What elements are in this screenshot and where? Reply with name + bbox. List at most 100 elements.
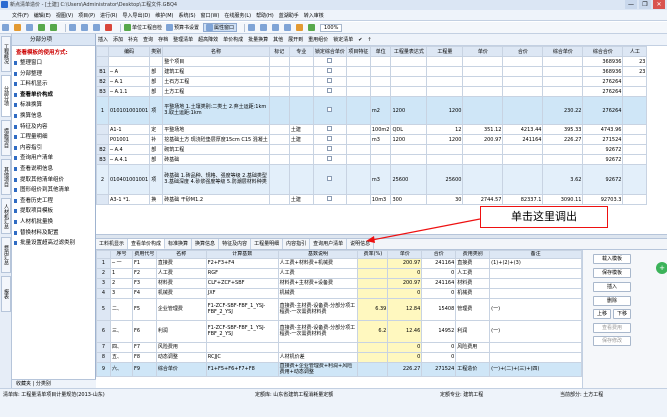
cell-note[interactable]: (一): [489, 298, 582, 321]
sidebar-item[interactable]: 提取项目模板: [12, 206, 95, 217]
left-tab-0[interactable]: 工程概况: [1, 36, 11, 72]
cell-base[interactable]: JXF: [205, 288, 279, 299]
cut-button[interactable]: [69, 24, 77, 31]
cell-price[interactable]: [462, 86, 504, 97]
cell-labor[interactable]: [622, 154, 648, 165]
cell-desc[interactable]: [277, 342, 359, 353]
lock-checkbox[interactable]: [327, 146, 333, 151]
copy-button[interactable]: [81, 24, 89, 31]
bottom-tab-4[interactable]: 特征及内容: [219, 239, 252, 249]
cell-total[interactable]: 15408: [421, 298, 457, 321]
cell-name[interactable]: 直接费: [155, 258, 207, 269]
cell-utotal[interactable]: 4743.96: [582, 124, 624, 135]
cell-utotal[interactable]: 92672: [582, 164, 624, 195]
cell-rn[interactable]: [96, 56, 109, 67]
cell-type[interactable]: 换: [149, 194, 164, 205]
cell-expr[interactable]: 300: [390, 194, 428, 205]
cell-rate[interactable]: [357, 362, 389, 377]
bottom-tab-3[interactable]: 换算信息: [192, 239, 220, 249]
lock-checkbox[interactable]: [327, 126, 333, 131]
cell-rn[interactable]: B1: [96, 66, 109, 77]
cell-utotal[interactable]: 368936: [582, 56, 624, 67]
cell-labor[interactable]: [622, 164, 648, 195]
table-row[interactable]: B2 ─ A.4 部砌筑工程 92672: [96, 144, 648, 155]
cell-price[interactable]: [462, 56, 504, 67]
cell-utotal[interactable]: 276264: [582, 76, 624, 87]
column-header[interactable]: 单位: [369, 46, 392, 57]
cell-code[interactable]: P01001: [107, 134, 151, 145]
cell-unit[interactable]: [369, 66, 392, 77]
cell-cat[interactable]: [455, 352, 491, 363]
cell-note[interactable]: [489, 352, 582, 363]
cell-desc[interactable]: 直接费-主材费-设备费-分部分项工程费-一次需费材料费: [277, 320, 359, 343]
sidebar-item[interactable]: 工程量明细: [12, 132, 95, 143]
cell-qty[interactable]: [426, 56, 464, 67]
cell-rate[interactable]: 6.2: [357, 320, 389, 343]
column-header[interactable]: 单价: [387, 250, 423, 259]
subtool-item-8[interactable]: 批量换算: [248, 36, 268, 43]
cell-uprice[interactable]: [542, 56, 584, 67]
cell-seq[interactable]: 五、: [109, 352, 133, 363]
cell-cat[interactable]: 直接费: [455, 258, 491, 269]
column-header[interactable]: 基数说明: [277, 250, 359, 259]
cell-code[interactable]: F5: [131, 298, 157, 321]
column-header[interactable]: 类别: [149, 46, 164, 57]
lock-checkbox[interactable]: [327, 176, 333, 181]
cell-name[interactable]: 机械费: [155, 288, 207, 299]
cell-base[interactable]: F1-ZCF-SBF-FBF_1_YSJ-FBF_2_YSJ: [205, 298, 279, 321]
cell-rn[interactable]: 2: [96, 164, 109, 195]
cell-spec[interactable]: [288, 66, 314, 77]
cell-code[interactable]: A3-1 *1.: [107, 194, 151, 205]
cell-mark[interactable]: [268, 56, 290, 67]
menu-item-11[interactable]: 蓝湖助手: [279, 12, 299, 19]
cell-seq[interactable]: 三、: [109, 320, 133, 343]
cell-expr[interactable]: QDL: [390, 124, 428, 135]
table-row[interactable]: 6 三、 F6 利润 F1-ZCF-SBF-FBF_1_YSJ-FBF_2_YSJ 直接费…: [96, 320, 582, 343]
cell-note[interactable]: (1)+(2)+(3): [489, 258, 582, 269]
table-row[interactable]: B1 ─ A 部建筑工程 368936 23: [96, 66, 648, 77]
table-row[interactable]: B2 ─ A.1 部土石方工程 276264: [96, 76, 648, 87]
left-tab-5[interactable]: 费用汇总: [1, 237, 11, 273]
redo-button[interactable]: [50, 24, 58, 31]
cell-rn[interactable]: 8: [96, 352, 111, 363]
template-button-2[interactable]: 插入: [593, 282, 631, 292]
cell-qty[interactable]: 1200: [426, 134, 464, 145]
cell-name[interactable]: 平整场地 1.土壤类别:二类土 2.弃土运距:1km 3.取土运距:1km: [162, 96, 270, 125]
table-row[interactable]: 8 五、 F8 动态调整 RCJJC 人材机价差 0 0: [96, 352, 582, 363]
cell-price[interactable]: [462, 144, 504, 155]
cell-cat[interactable]: 工程造价: [455, 362, 491, 377]
cell-code[interactable]: F1: [131, 258, 157, 269]
cell-type[interactable]: 部: [149, 154, 164, 165]
cell-name[interactable]: 动态调整: [155, 352, 207, 363]
sidebar-item[interactable]: 标准换算: [12, 100, 95, 111]
menu-item-2[interactable]: 视图(V): [56, 12, 73, 19]
table-row[interactable]: 9 六、 F9 综合单价 F1+F5+F6+F7+F8 直接费+企业管理费+利润+风险费用…: [96, 362, 582, 377]
cell-rate[interactable]: [357, 288, 389, 299]
cell-total[interactable]: [502, 154, 544, 165]
cell-price[interactable]: 0: [387, 352, 423, 363]
new-file-button[interactable]: [2, 24, 10, 31]
template-button-0[interactable]: 载入模板: [593, 254, 631, 264]
cell-price[interactable]: 0: [387, 342, 423, 353]
cell-mark[interactable]: [268, 154, 290, 165]
cell-rate[interactable]: [357, 352, 389, 363]
cell-base[interactable]: F1+F5+F6+F7+F8: [205, 362, 279, 377]
cell-spec[interactable]: [288, 144, 314, 155]
cell-rn[interactable]: 1: [96, 96, 109, 125]
cell-labor[interactable]: [622, 76, 648, 87]
sidebar-item[interactable]: 整理窗口: [12, 58, 95, 69]
cell-labor[interactable]: 23: [622, 56, 648, 67]
cell-rn[interactable]: 4: [96, 288, 111, 299]
cell-feat[interactable]: [345, 164, 371, 195]
cell-mark[interactable]: [268, 96, 290, 125]
properties-window-button[interactable]: 属性窗口: [203, 23, 238, 32]
cell-qty[interactable]: 30: [426, 194, 464, 205]
cell-mark[interactable]: [268, 194, 290, 205]
table-row[interactable]: 1 ─ 一 F1 直接费 F2+F3+F4 人工费+材料费+机械费 200.97 241164…: [96, 258, 582, 269]
template-button-1[interactable]: 保存模板: [593, 268, 631, 278]
cell-type[interactable]: 项: [149, 164, 164, 195]
paste-button[interactable]: [93, 24, 101, 31]
cell-type[interactable]: 部: [149, 144, 164, 155]
cell-rate[interactable]: [357, 278, 389, 289]
cell-qty[interactable]: 1200: [426, 96, 464, 125]
